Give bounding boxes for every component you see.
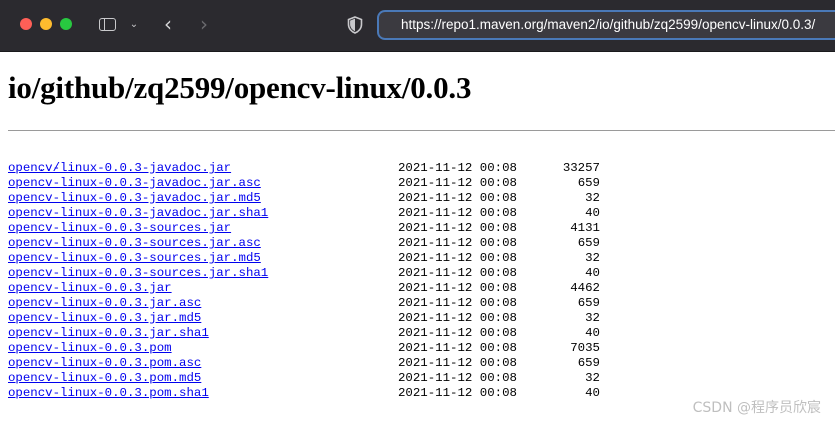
- horizontal-rule: [8, 130, 835, 131]
- file-link[interactable]: opencv-linux-0.0.3-javadoc.jar.asc: [8, 176, 261, 190]
- file-size: 40: [585, 386, 600, 400]
- file-size: 40: [585, 206, 600, 220]
- file-row: opencv-linux-0.0.3.jar 2021-11-12 00:08 44…: [8, 281, 600, 296]
- file-date: 2021-11-12 00:08: [398, 386, 517, 400]
- file-row: opencv-linux-0.0.3.pom.sha1 2021-11-12 00…: [8, 386, 600, 401]
- address-bar[interactable]: https://repo1.maven.org/maven2/io/github…: [377, 10, 835, 40]
- file-date: 2021-11-12 00:08: [398, 191, 517, 205]
- file-size: 40: [585, 326, 600, 340]
- file-row: opencv-linux-0.0.3-sources.jar.sha1 2021-…: [8, 266, 600, 281]
- file-date: 2021-11-12 00:08: [398, 266, 517, 280]
- file-listing: ../ opencv-linux-0.0.3-javadoc.jar 2021-1…: [8, 146, 600, 401]
- file-size: 32: [585, 311, 600, 325]
- file-size: 7035: [570, 341, 600, 355]
- file-size: 4131: [570, 221, 600, 235]
- file-row: opencv-linux-0.0.3.pom.asc 2021-11-12 00:…: [8, 356, 600, 371]
- file-link[interactable]: opencv-linux-0.0.3-sources.jar.md5: [8, 251, 261, 265]
- file-link[interactable]: opencv-linux-0.0.3.jar: [8, 281, 172, 295]
- file-date: 2021-11-12 00:08: [398, 311, 517, 325]
- chevron-down-icon[interactable]: ⌄: [128, 16, 140, 32]
- shield-icon[interactable]: [345, 14, 365, 36]
- file-row: opencv-linux-0.0.3.pom 2021-11-12 00:08 70…: [8, 341, 600, 356]
- close-window-button[interactable]: [20, 18, 32, 30]
- zoom-window-button[interactable]: [60, 18, 72, 30]
- file-row: opencv-linux-0.0.3-sources.jar.asc 2021-1…: [8, 236, 600, 251]
- file-link[interactable]: opencv-linux-0.0.3-sources.jar.asc: [8, 236, 261, 250]
- file-date: 2021-11-12 00:08: [398, 251, 517, 265]
- file-size: 659: [577, 236, 600, 250]
- file-date: 2021-11-12 00:08: [398, 176, 517, 190]
- file-date: 2021-11-12 00:08: [398, 356, 517, 370]
- file-link[interactable]: opencv-linux-0.0.3.pom.sha1: [8, 386, 209, 400]
- file-date: 2021-11-12 00:08: [398, 326, 517, 340]
- file-size: 659: [577, 356, 600, 370]
- file-link[interactable]: opencv-linux-0.0.3-javadoc.jar: [8, 161, 231, 175]
- forward-button[interactable]: ›: [194, 12, 214, 36]
- file-date: 2021-11-12 00:08: [398, 281, 517, 295]
- file-size: 32: [585, 371, 600, 385]
- file-link[interactable]: opencv-linux-0.0.3.pom: [8, 341, 172, 355]
- file-link[interactable]: opencv-linux-0.0.3.jar.md5: [8, 311, 201, 325]
- file-link[interactable]: opencv-linux-0.0.3.pom.md5: [8, 371, 201, 385]
- file-size: 32: [585, 191, 600, 205]
- file-size: 33257: [562, 161, 600, 175]
- file-date: 2021-11-12 00:08: [398, 206, 517, 220]
- file-date: 2021-11-12 00:08: [398, 371, 517, 385]
- sidebar-icon[interactable]: [97, 16, 117, 32]
- file-date: 2021-11-12 00:08: [398, 161, 517, 175]
- file-row: opencv-linux-0.0.3.jar.md5 2021-11-12 00:…: [8, 311, 600, 326]
- file-size: 40: [585, 266, 600, 280]
- browser-toolbar: ⌄ ‹ › https://repo1.maven.org/maven2/io/…: [0, 0, 835, 52]
- file-link[interactable]: opencv-linux-0.0.3-sources.jar.sha1: [8, 266, 268, 280]
- file-date: 2021-11-12 00:08: [398, 236, 517, 250]
- file-size: 659: [577, 176, 600, 190]
- file-link[interactable]: opencv-linux-0.0.3.jar.asc: [8, 296, 201, 310]
- watermark: CSDN @程序员欣宸: [692, 400, 821, 416]
- file-date: 2021-11-12 00:08: [398, 296, 517, 310]
- file-row: opencv-linux-0.0.3-javadoc.jar.md5 2021-1…: [8, 191, 600, 206]
- file-link[interactable]: opencv-linux-0.0.3.pom.asc: [8, 356, 201, 370]
- file-row: opencv-linux-0.0.3.jar.asc 2021-11-12 00:…: [8, 296, 600, 311]
- file-row: opencv-linux-0.0.3.jar.sha1 2021-11-12 00…: [8, 326, 600, 341]
- file-link[interactable]: opencv-linux-0.0.3-javadoc.jar.sha1: [8, 206, 268, 220]
- file-row: opencv-linux-0.0.3-javadoc.jar 2021-11-12…: [8, 161, 600, 176]
- file-row: opencv-linux-0.0.3-sources.jar.md5 2021-1…: [8, 251, 600, 266]
- page-title: io/github/zq2599/opencv-linux/0.0.3: [8, 70, 472, 105]
- file-row: opencv-linux-0.0.3-sources.jar 2021-11-12…: [8, 221, 600, 236]
- file-link[interactable]: opencv-linux-0.0.3-javadoc.jar.md5: [8, 191, 261, 205]
- file-row: opencv-linux-0.0.3-javadoc.jar.sha1 2021-…: [8, 206, 600, 221]
- file-size: 659: [577, 296, 600, 310]
- file-row: opencv-linux-0.0.3-javadoc.jar.asc 2021-1…: [8, 176, 600, 191]
- back-button[interactable]: ‹: [158, 12, 178, 36]
- file-size: 32: [585, 251, 600, 265]
- file-row: opencv-linux-0.0.3.pom.md5 2021-11-12 00:…: [8, 371, 600, 386]
- file-link[interactable]: opencv-linux-0.0.3-sources.jar: [8, 221, 231, 235]
- file-link[interactable]: opencv-linux-0.0.3.jar.sha1: [8, 326, 209, 340]
- file-rows: opencv-linux-0.0.3-javadoc.jar 2021-11-12…: [8, 161, 600, 401]
- file-date: 2021-11-12 00:08: [398, 221, 517, 235]
- parent-directory-row: ../: [8, 146, 268, 175]
- file-size: 4462: [570, 281, 600, 295]
- file-date: 2021-11-12 00:08: [398, 341, 517, 355]
- minimize-window-button[interactable]: [40, 18, 52, 30]
